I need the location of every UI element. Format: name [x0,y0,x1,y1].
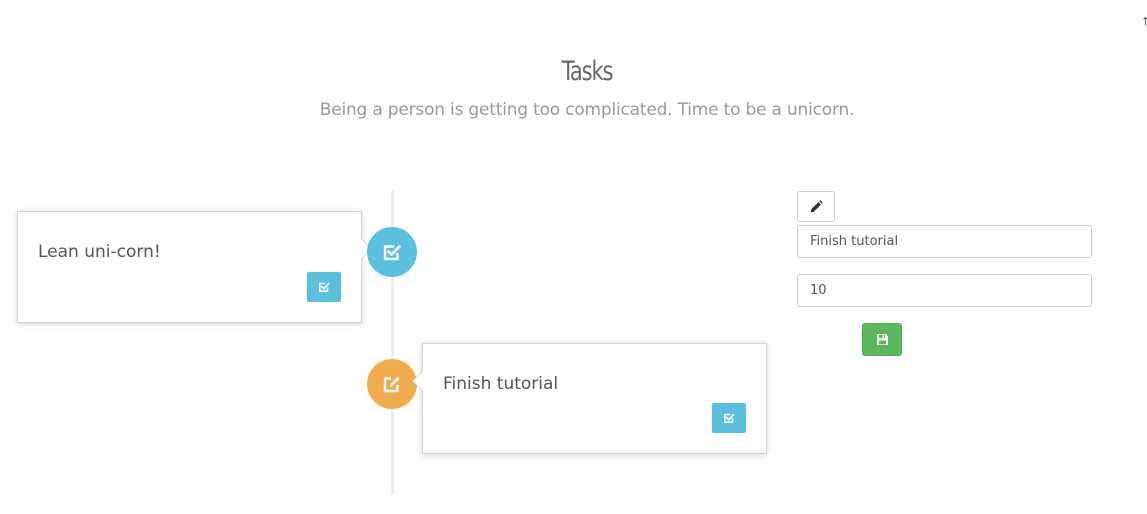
page: ↑ Tasks Being a person is getting too co… [0,0,1147,514]
pencil-icon [810,199,823,212]
page-subtitle: Being a person is getting too complicate… [319,100,855,120]
complete-task-button[interactable] [712,403,746,433]
task-title-input[interactable] [797,225,1092,258]
check-square-icon [383,245,401,261]
timeline-badge-editing [367,359,417,409]
save-button[interactable] [862,323,902,356]
floppy-disk-icon [876,334,888,345]
task-card-lean-unicorn: Lean uni-corn! [17,211,372,323]
timeline-badge-done [367,227,417,277]
check-square-icon [724,413,735,423]
complete-task-button[interactable] [307,272,341,302]
task-title: Finish tutorial [443,374,559,394]
task-title: Lean uni-corn! [38,242,161,262]
task-points-input[interactable] [797,274,1092,307]
edit-square-icon [383,377,400,393]
task-card-finish-tutorial: Finish tutorial [412,343,767,454]
page-title: Tasks [561,56,614,87]
edit-button[interactable] [797,191,835,222]
corner-arrow-icon: ↑ [1141,15,1147,28]
check-square-icon [319,282,330,292]
